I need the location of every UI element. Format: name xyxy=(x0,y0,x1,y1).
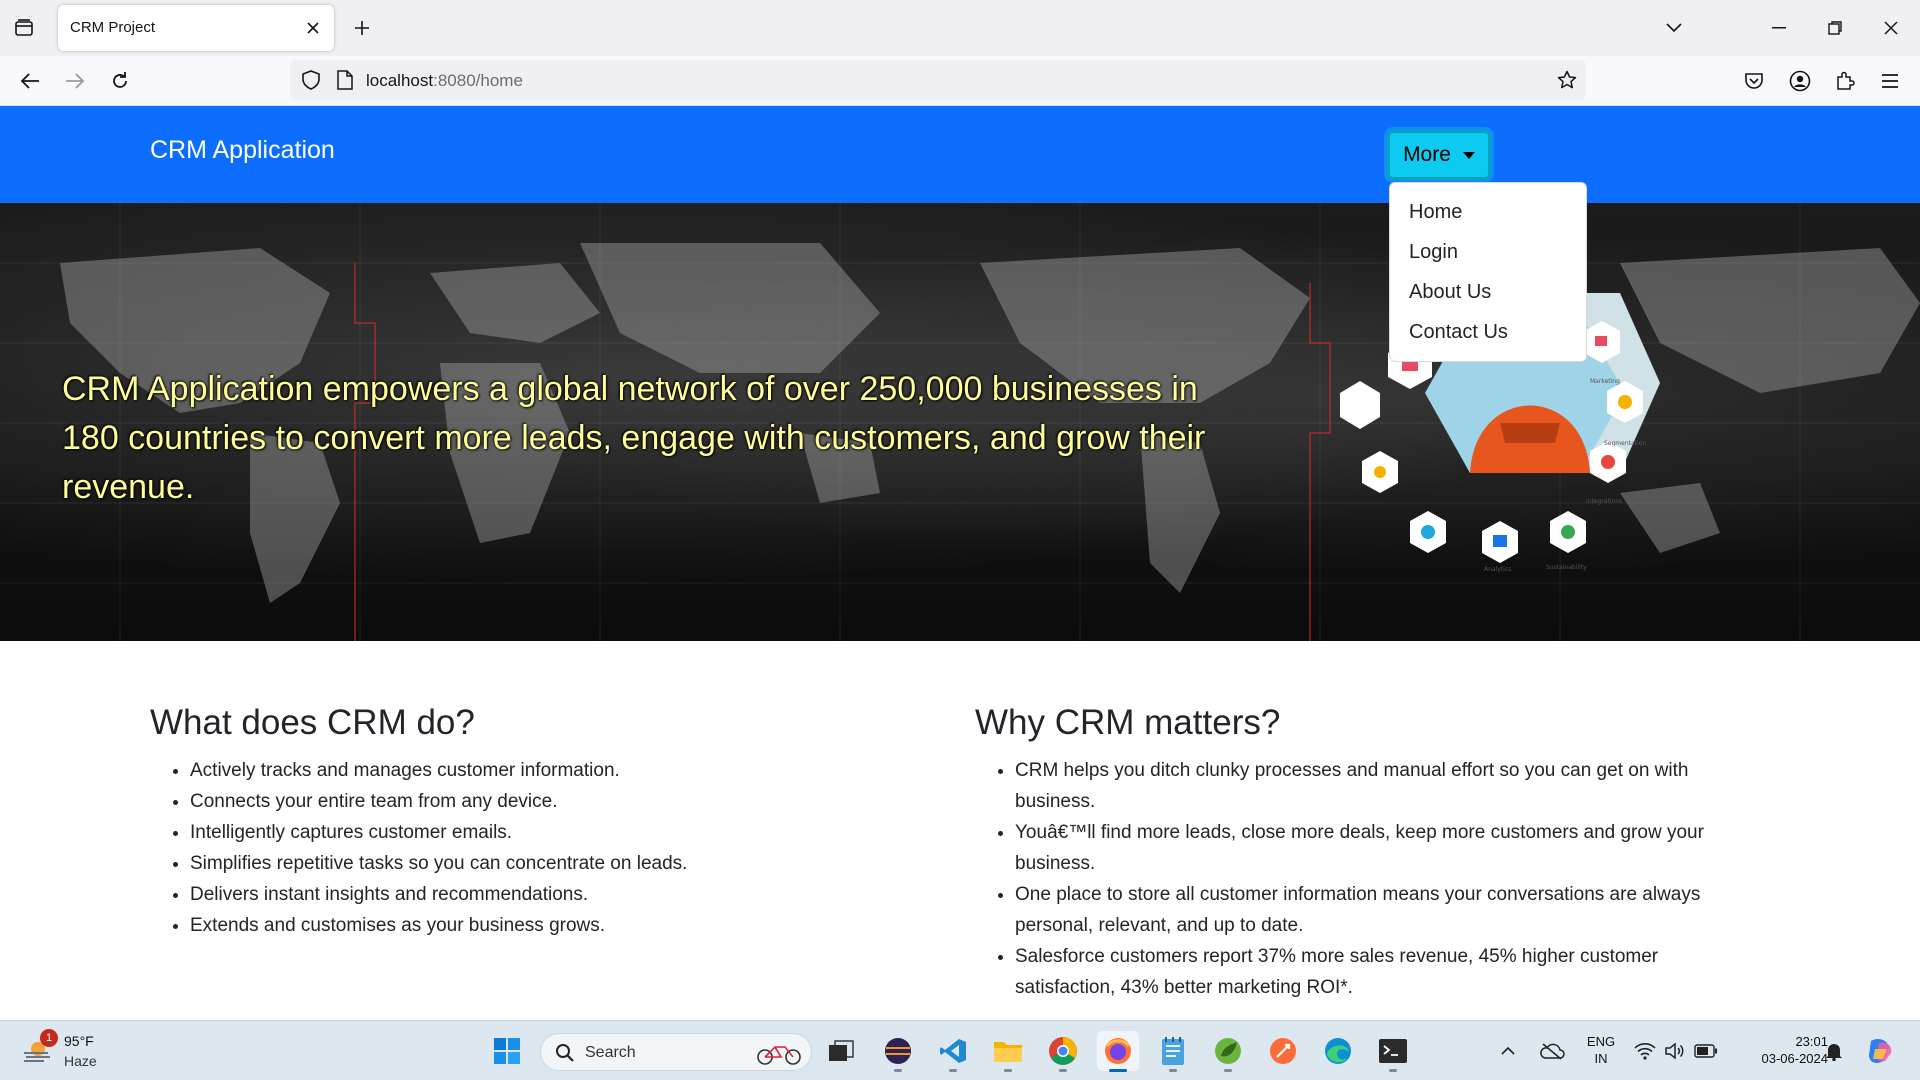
wifi-icon[interactable] xyxy=(1630,1031,1660,1071)
list-item: CRM helps you ditch clunky processes and… xyxy=(1015,755,1755,817)
region-code: IN xyxy=(1594,1051,1608,1066)
list-item: Delivers instant insights and recommenda… xyxy=(190,879,790,910)
list-item: Youâ€™ll find more leads, close more dea… xyxy=(1015,817,1755,879)
list-item: One place to store all customer informat… xyxy=(1015,879,1755,941)
page-info-icon[interactable] xyxy=(334,69,356,91)
dropdown-item-login[interactable]: Login xyxy=(1390,232,1586,272)
extensions-icon[interactable] xyxy=(1829,65,1861,97)
windows-start-icon[interactable] xyxy=(486,1031,528,1071)
list-item: Extends and customises as your business … xyxy=(190,910,790,941)
list-item: Intelligently captures customer emails. xyxy=(190,817,790,848)
more-button-label: More xyxy=(1403,143,1451,166)
weather-widget[interactable]: 1 95°F Haze xyxy=(20,1029,130,1073)
forward-arrow-icon[interactable] xyxy=(59,65,91,97)
section-heading: What does CRM do? xyxy=(150,703,475,742)
list-item: Simplifies repetitive tasks so you can c… xyxy=(190,848,790,879)
back-arrow-icon[interactable] xyxy=(14,65,46,97)
restore-icon[interactable] xyxy=(1812,10,1858,46)
tab-list-icon[interactable] xyxy=(10,14,38,42)
pocket-icon[interactable] xyxy=(1738,65,1770,97)
task-view-icon[interactable] xyxy=(820,1031,862,1071)
reload-icon[interactable] xyxy=(104,65,136,97)
bookmark-star-icon[interactable] xyxy=(1556,69,1578,91)
dropdown-item-home[interactable]: Home xyxy=(1390,192,1586,232)
more-dropdown-button[interactable]: More xyxy=(1387,130,1491,180)
notepad-icon[interactable] xyxy=(1152,1031,1194,1072)
language-code: ENG xyxy=(1586,1034,1616,1049)
eclipse-icon[interactable] xyxy=(877,1031,919,1072)
new-tab-icon[interactable] xyxy=(348,14,376,42)
menu-icon[interactable] xyxy=(1874,65,1906,97)
site-navbar: CRM Application More xyxy=(0,106,1920,203)
copilot-icon[interactable] xyxy=(1860,1031,1900,1071)
what-crm-does-section: What does CRM do? Actively tracks and ma… xyxy=(150,703,790,941)
chevron-up-icon[interactable] xyxy=(1492,1031,1524,1071)
notification-bell-icon[interactable] xyxy=(1818,1031,1850,1071)
volume-icon[interactable] xyxy=(1660,1031,1690,1071)
tab-title: CRM Project xyxy=(70,19,156,36)
list-item: Actively tracks and manages customer inf… xyxy=(190,755,790,786)
close-window-icon[interactable] xyxy=(1868,10,1914,46)
vscode-icon[interactable] xyxy=(932,1031,974,1072)
feature-list: Actively tracks and manages customer inf… xyxy=(150,755,790,941)
graphic-label-sustainability: Sustainability xyxy=(1546,564,1587,571)
browser-tab[interactable]: CRM Project xyxy=(58,5,334,51)
graphic-label-marketing: Marketing xyxy=(1590,378,1620,385)
dropdown-item-contact-us[interactable]: Contact Us xyxy=(1390,312,1586,352)
close-tab-icon[interactable] xyxy=(302,17,324,39)
caret-down-icon xyxy=(1462,151,1475,159)
url-text[interactable]: localhost:8080/home xyxy=(366,71,523,91)
weather-temperature: 95°F xyxy=(64,1033,94,1049)
postman-icon[interactable] xyxy=(1262,1031,1304,1071)
tracking-shield-icon[interactable] xyxy=(300,69,322,91)
dropdown-item-about-us[interactable]: About Us xyxy=(1390,272,1586,312)
firefox-icon[interactable] xyxy=(1097,1031,1139,1072)
section-heading: Why CRM matters? xyxy=(975,703,1281,742)
account-icon[interactable] xyxy=(1784,65,1816,97)
why-crm-matters-section: Why CRM matters? CRM helps you ditch clu… xyxy=(975,703,1755,1003)
weather-condition: Haze xyxy=(64,1053,97,1069)
notification-badge: 1 xyxy=(40,1029,58,1047)
onedrive-offline-icon[interactable] xyxy=(1534,1031,1570,1071)
clock[interactable]: 23:01 03-06-2024 xyxy=(1728,1033,1829,1067)
browser-tab-bar: CRM Project xyxy=(0,0,1920,56)
minimize-icon[interactable] xyxy=(1756,10,1802,46)
edge-icon[interactable] xyxy=(1317,1031,1359,1071)
benefit-list: CRM helps you ditch clunky processes and… xyxy=(975,755,1755,1003)
graphic-label-analytics: Analytics xyxy=(1484,566,1511,573)
search-label: Search xyxy=(585,1044,636,1061)
taskbar: 1 95°F Haze Search ENG IN 23:01 03-06-20… xyxy=(0,1020,1920,1080)
more-dropdown-menu: Home Login About Us Contact Us xyxy=(1389,182,1587,362)
browser-toolbar: localhost:8080/home xyxy=(0,56,1920,106)
list-item: Salesforce customers report 37% more sal… xyxy=(1015,941,1755,1003)
graphic-label-integrations: Integrations xyxy=(1586,498,1622,505)
hero-banner: Marketing Segmentation Integrations Sust… xyxy=(0,203,1920,641)
hero-headline: CRM Application empowers a global networ… xyxy=(62,370,1206,506)
bicycle-icon xyxy=(757,1046,801,1065)
brand-title[interactable]: CRM Application xyxy=(150,136,335,165)
file-explorer-icon[interactable] xyxy=(987,1031,1029,1072)
spring-tools-icon[interactable] xyxy=(1207,1031,1249,1072)
chrome-icon[interactable] xyxy=(1042,1031,1084,1072)
language-indicator[interactable]: ENG IN xyxy=(1584,1033,1618,1067)
taskbar-search[interactable]: Search xyxy=(540,1033,812,1071)
list-item: Connects your entire team from any devic… xyxy=(190,786,790,817)
battery-icon[interactable] xyxy=(1690,1031,1722,1071)
search-icon xyxy=(556,1044,574,1062)
terminal-icon[interactable] xyxy=(1372,1031,1414,1072)
chevron-down-icon[interactable] xyxy=(1660,14,1688,42)
url-bar[interactable]: localhost:8080/home xyxy=(290,60,1586,100)
graphic-label-segmentation: Segmentation xyxy=(1604,440,1646,447)
